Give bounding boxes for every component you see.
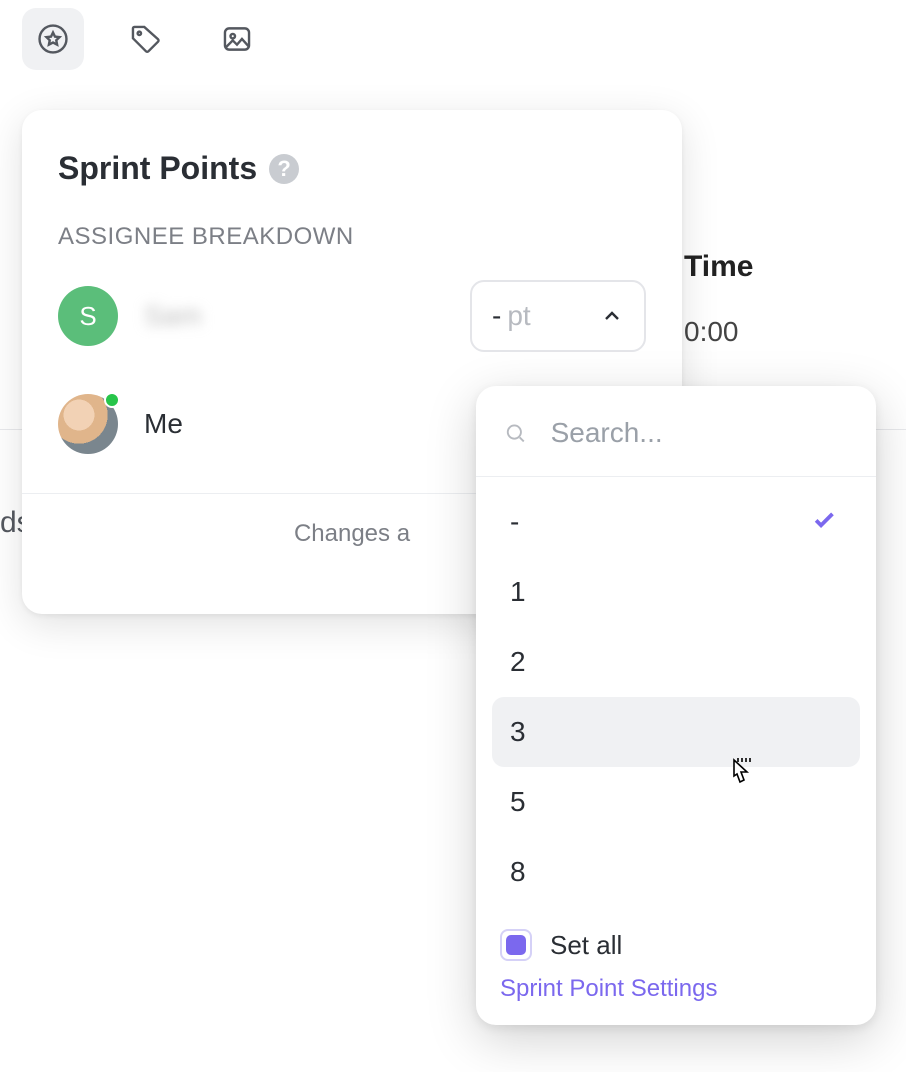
dropdown-search-input[interactable] (549, 416, 848, 450)
time-tracked-label: Time (684, 250, 753, 284)
dropdown-footer: Set all Sprint Point Settings (476, 913, 876, 1007)
avatar: S (58, 286, 118, 346)
dropdown-option-label: 2 (510, 646, 526, 678)
dropdown-option-2[interactable]: 2 (492, 627, 860, 697)
assignee-row: S Sam - pt (22, 271, 682, 361)
dropdown-option-label: - (510, 506, 519, 538)
sprint-point-settings-link[interactable]: Sprint Point Settings (500, 971, 852, 1007)
dropdown-option-5[interactable]: 5 (492, 767, 860, 837)
set-all-toggle[interactable]: Set all (500, 925, 852, 971)
dropdown-search-row (476, 386, 876, 477)
popover-title: Sprint Points (58, 150, 257, 187)
time-tracked-value: 0:00 (684, 316, 739, 348)
image-icon (220, 22, 254, 56)
assignee-breakdown-label: ASSIGNEE BREAKDOWN (22, 195, 682, 271)
dropdown-option-label: 8 (510, 856, 526, 888)
check-icon (808, 505, 842, 539)
dropdown-option-label: 1 (510, 576, 526, 608)
set-all-label: Set all (550, 930, 622, 961)
help-icon[interactable]: ? (269, 154, 299, 184)
assignee-name: Sam (144, 300, 202, 332)
points-unit: pt (507, 300, 600, 332)
dropdown-option-1[interactable]: 1 (492, 557, 860, 627)
points-dropdown: - 1 2 3 5 8 Set all Sprint Point Setting… (476, 386, 876, 1025)
search-icon (504, 420, 527, 446)
dropdown-option-label: 3 (510, 716, 526, 748)
tag-icon (128, 22, 162, 56)
image-toolbar-button[interactable] (206, 8, 268, 70)
set-all-checkbox[interactable] (500, 929, 532, 961)
presence-indicator (104, 392, 120, 408)
dropdown-option-none[interactable]: - (492, 487, 860, 557)
tags-toolbar-button[interactable] (114, 8, 176, 70)
sprint-points-toolbar-button[interactable] (22, 8, 84, 70)
dropdown-list: - 1 2 3 5 8 (476, 477, 876, 913)
avatar (58, 394, 118, 454)
dropdown-option-8[interactable]: 8 (492, 837, 860, 907)
dropdown-option-3[interactable]: 3 (492, 697, 860, 767)
assignee-name: Me (144, 408, 183, 440)
star-badge-icon (36, 22, 70, 56)
points-selector[interactable]: - pt (470, 280, 646, 352)
chevron-up-icon (600, 304, 624, 328)
toolbar (22, 8, 268, 70)
dropdown-option-label: 5 (510, 786, 526, 818)
points-value: - (492, 300, 501, 332)
